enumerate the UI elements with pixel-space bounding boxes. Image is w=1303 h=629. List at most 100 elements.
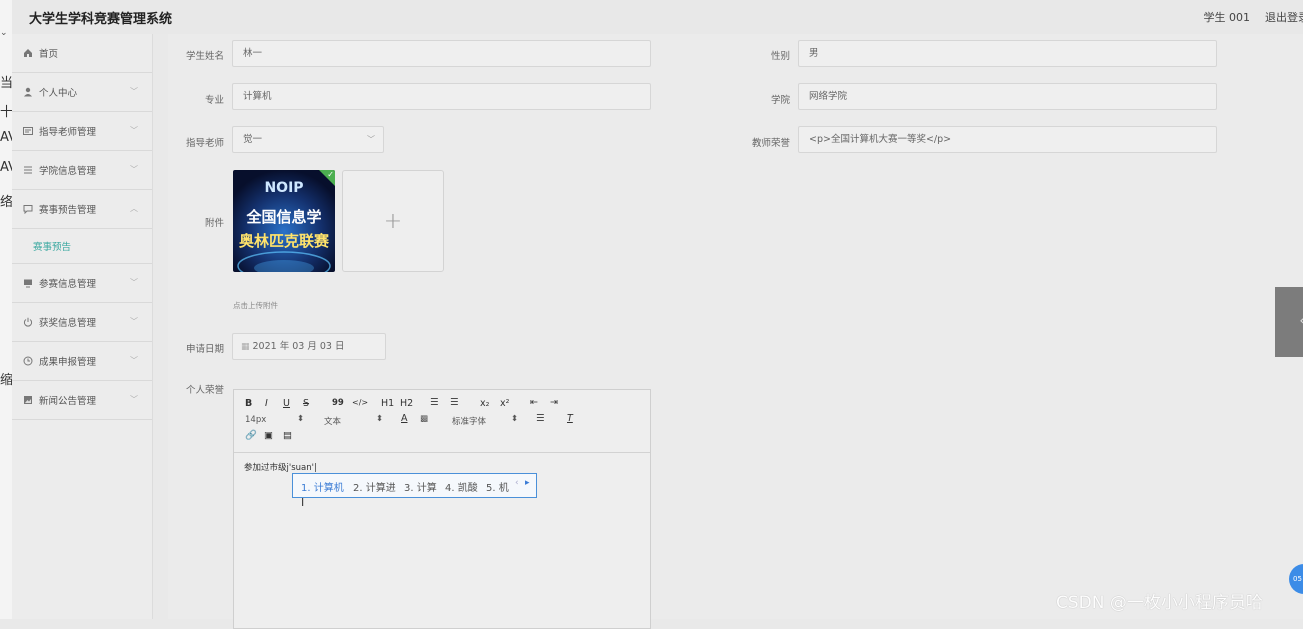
link-icon[interactable]: 🔗 bbox=[245, 430, 257, 441]
ime-candidate[interactable]: 2. 计算进 bbox=[353, 479, 396, 494]
underline-button[interactable]: U bbox=[283, 398, 290, 409]
college-label: 学院 bbox=[770, 95, 790, 106]
h1-button[interactable]: H1 bbox=[381, 398, 394, 409]
power-icon bbox=[22, 317, 33, 328]
chevron-down-icon: ﹀ bbox=[130, 87, 138, 96]
chevron-down-icon: ﹀ bbox=[367, 135, 375, 144]
h2-button[interactable]: H2 bbox=[400, 398, 413, 409]
clear-format-icon[interactable]: T bbox=[567, 413, 573, 424]
main-form: 学生姓名 林一 性别 男 专业 计算机 学院 网络学院 指导老师 觉一 ﹀ 教师… bbox=[168, 34, 1303, 629]
sidebar: 首页 个人中心 ﹀ 指导老师管理 ﹀ 学院信息管理 ﹀ 赛事预告管理 ︿ 赛事预… bbox=[12, 34, 153, 619]
chevron-down-icon: ﹀ bbox=[130, 395, 138, 404]
poster-text: NOIP bbox=[264, 180, 303, 196]
superscript-button[interactable]: x² bbox=[500, 398, 509, 409]
sidebar-item-profile[interactable]: 个人中心 ﹀ bbox=[12, 73, 152, 112]
ime-candidate[interactable]: 5. 机 bbox=[486, 479, 509, 494]
sidebar-subitem-event-preview[interactable]: 赛事预告 bbox=[12, 229, 152, 264]
font-family-select[interactable]: 标准字体 bbox=[452, 415, 486, 427]
chevron-down-icon: ﹀ bbox=[130, 317, 138, 326]
chevron-updown-icon: ⬍ bbox=[297, 414, 305, 424]
attachment-label: 附件 bbox=[204, 218, 224, 229]
ime-candidate-window: 1. 计算机 2. 计算进 3. 计算 4. 凯酸 5. 机 ‹ ▸ bbox=[292, 473, 537, 498]
background-color-icon[interactable]: ▩ bbox=[420, 414, 428, 424]
chevron-updown-icon: ⬍ bbox=[511, 414, 519, 424]
chevron-down-icon: ﹀ bbox=[130, 126, 138, 135]
apply-date-label: 申请日期 bbox=[185, 344, 224, 355]
sidebar-item-label: 指导老师管理 bbox=[39, 127, 97, 138]
major-input[interactable]: 计算机 bbox=[232, 83, 651, 110]
logout-link[interactable]: 退出登录 bbox=[1265, 9, 1303, 25]
editor-content[interactable]: 参加过市级j'suan'| bbox=[244, 461, 317, 473]
subscript-button[interactable]: x₂ bbox=[480, 398, 489, 409]
teacher-select[interactable]: 觉一 ﹀ bbox=[232, 126, 384, 153]
gender-label: 性别 bbox=[770, 51, 790, 62]
teacher-honor-input[interactable]: <p>全国计算机大赛一等奖</p> bbox=[798, 126, 1217, 153]
ime-candidate[interactable]: 3. 计算 bbox=[404, 479, 437, 494]
side-drawer-tab[interactable]: ‹ bbox=[1275, 287, 1303, 357]
blockquote-button[interactable]: 99 bbox=[332, 398, 344, 408]
chevron-up-icon: ︿ bbox=[130, 204, 138, 213]
sidebar-item-news[interactable]: 新闻公告管理 ﹀ bbox=[12, 381, 152, 420]
personal-honor-label: 个人荣誉 bbox=[185, 385, 224, 396]
id-card-icon bbox=[22, 126, 33, 137]
font-color-icon[interactable]: A bbox=[401, 413, 408, 424]
student-name-label: 学生姓名 bbox=[185, 51, 224, 62]
teacher-honor-label: 教师荣誉 bbox=[751, 138, 790, 149]
chevron-down-icon: ﹀ bbox=[130, 356, 138, 365]
upload-success-badge: ✓ bbox=[319, 170, 335, 186]
code-button[interactable]: </> bbox=[352, 398, 368, 407]
upload-button[interactable]: + bbox=[342, 170, 444, 272]
sidebar-item-achievements[interactable]: 成果申报管理 ﹀ bbox=[12, 342, 152, 381]
home-icon bbox=[22, 48, 33, 59]
bold-button[interactable]: B bbox=[245, 398, 252, 409]
text-type-select[interactable]: 文本 bbox=[324, 415, 341, 427]
background-window-strip: 当 十 AV AV 络 缩 ⌄ bbox=[0, 0, 17, 619]
major-label: 专业 bbox=[204, 95, 224, 106]
sidebar-item-college[interactable]: 学院信息管理 ﹀ bbox=[12, 151, 152, 190]
image-icon[interactable]: ▣ bbox=[264, 430, 273, 441]
apply-date-picker[interactable]: ▦ 2021 年 03 月 03 日 bbox=[232, 333, 386, 360]
italic-button[interactable]: I bbox=[265, 398, 268, 409]
gender-input[interactable]: 男 bbox=[798, 40, 1217, 67]
student-name-input[interactable]: 林一 bbox=[232, 40, 651, 67]
chevron-down-icon: ﹀ bbox=[130, 278, 138, 287]
video-icon[interactable]: ▤ bbox=[283, 430, 292, 441]
strike-button[interactable]: S bbox=[303, 398, 309, 409]
poster-text: 奥林匹克联赛 bbox=[239, 232, 330, 250]
teacher-select-value: 觉一 bbox=[243, 134, 263, 145]
ime-candidate[interactable]: 4. 凯酸 bbox=[445, 479, 478, 494]
indent-icon[interactable]: ⇥ bbox=[550, 397, 558, 408]
sidebar-item-home[interactable]: 首页 bbox=[12, 34, 152, 73]
font-size-select[interactable]: 14px bbox=[245, 415, 266, 425]
top-header: 大学生学科竞赛管理系统 学生 001 退出登录 bbox=[12, 0, 1303, 34]
plus-icon: + bbox=[383, 208, 403, 234]
editor-toolbar: B I U S 99 </> H1 H2 ☰ ☰ x₂ x² ⇤ ⇥ 14px … bbox=[234, 390, 650, 453]
monitor-icon bbox=[22, 278, 33, 289]
sidebar-item-label: 学院信息管理 bbox=[39, 166, 97, 177]
chevron-right-icon[interactable]: ▸ bbox=[525, 478, 530, 488]
chevron-down-icon: ⌄ bbox=[0, 28, 8, 38]
watermark: CSDN @一枚小小程序员哈 bbox=[1056, 593, 1263, 613]
college-input[interactable]: 网络学院 bbox=[798, 83, 1217, 110]
outdent-icon[interactable]: ⇤ bbox=[530, 397, 538, 408]
sidebar-item-participation[interactable]: 参赛信息管理 ﹀ bbox=[12, 264, 152, 303]
sidebar-item-awards[interactable]: 获奖信息管理 ﹀ bbox=[12, 303, 152, 342]
sidebar-item-label: 首页 bbox=[39, 49, 59, 60]
teacher-label: 指导老师 bbox=[185, 138, 224, 149]
attachment-thumbnail[interactable]: NOIP 全国信息学 奥林匹克联赛 ✓ bbox=[233, 170, 335, 272]
rich-text-editor: B I U S 99 </> H1 H2 ☰ ☰ x₂ x² ⇤ ⇥ 14px … bbox=[233, 389, 651, 629]
ime-candidate[interactable]: 1. 计算机 bbox=[301, 479, 344, 494]
apply-date-value: 2021 年 03 月 03 日 bbox=[252, 341, 345, 352]
chat-icon bbox=[22, 204, 33, 215]
ordered-list-icon[interactable]: ☰ bbox=[430, 397, 439, 408]
bullet-list-icon[interactable]: ☰ bbox=[450, 397, 459, 408]
sidebar-item-label: 赛事预告管理 bbox=[39, 205, 97, 216]
align-icon[interactable]: ☰ bbox=[536, 413, 545, 424]
user-icon bbox=[22, 87, 33, 98]
chevron-left-icon[interactable]: ‹ bbox=[515, 478, 519, 488]
sidebar-item-event-preview[interactable]: 赛事预告管理 ︿ bbox=[12, 190, 152, 229]
sidebar-item-label: 新闻公告管理 bbox=[39, 396, 97, 407]
clock-icon bbox=[22, 356, 33, 367]
picture-icon bbox=[22, 395, 33, 406]
sidebar-item-teacher[interactable]: 指导老师管理 ﹀ bbox=[12, 112, 152, 151]
